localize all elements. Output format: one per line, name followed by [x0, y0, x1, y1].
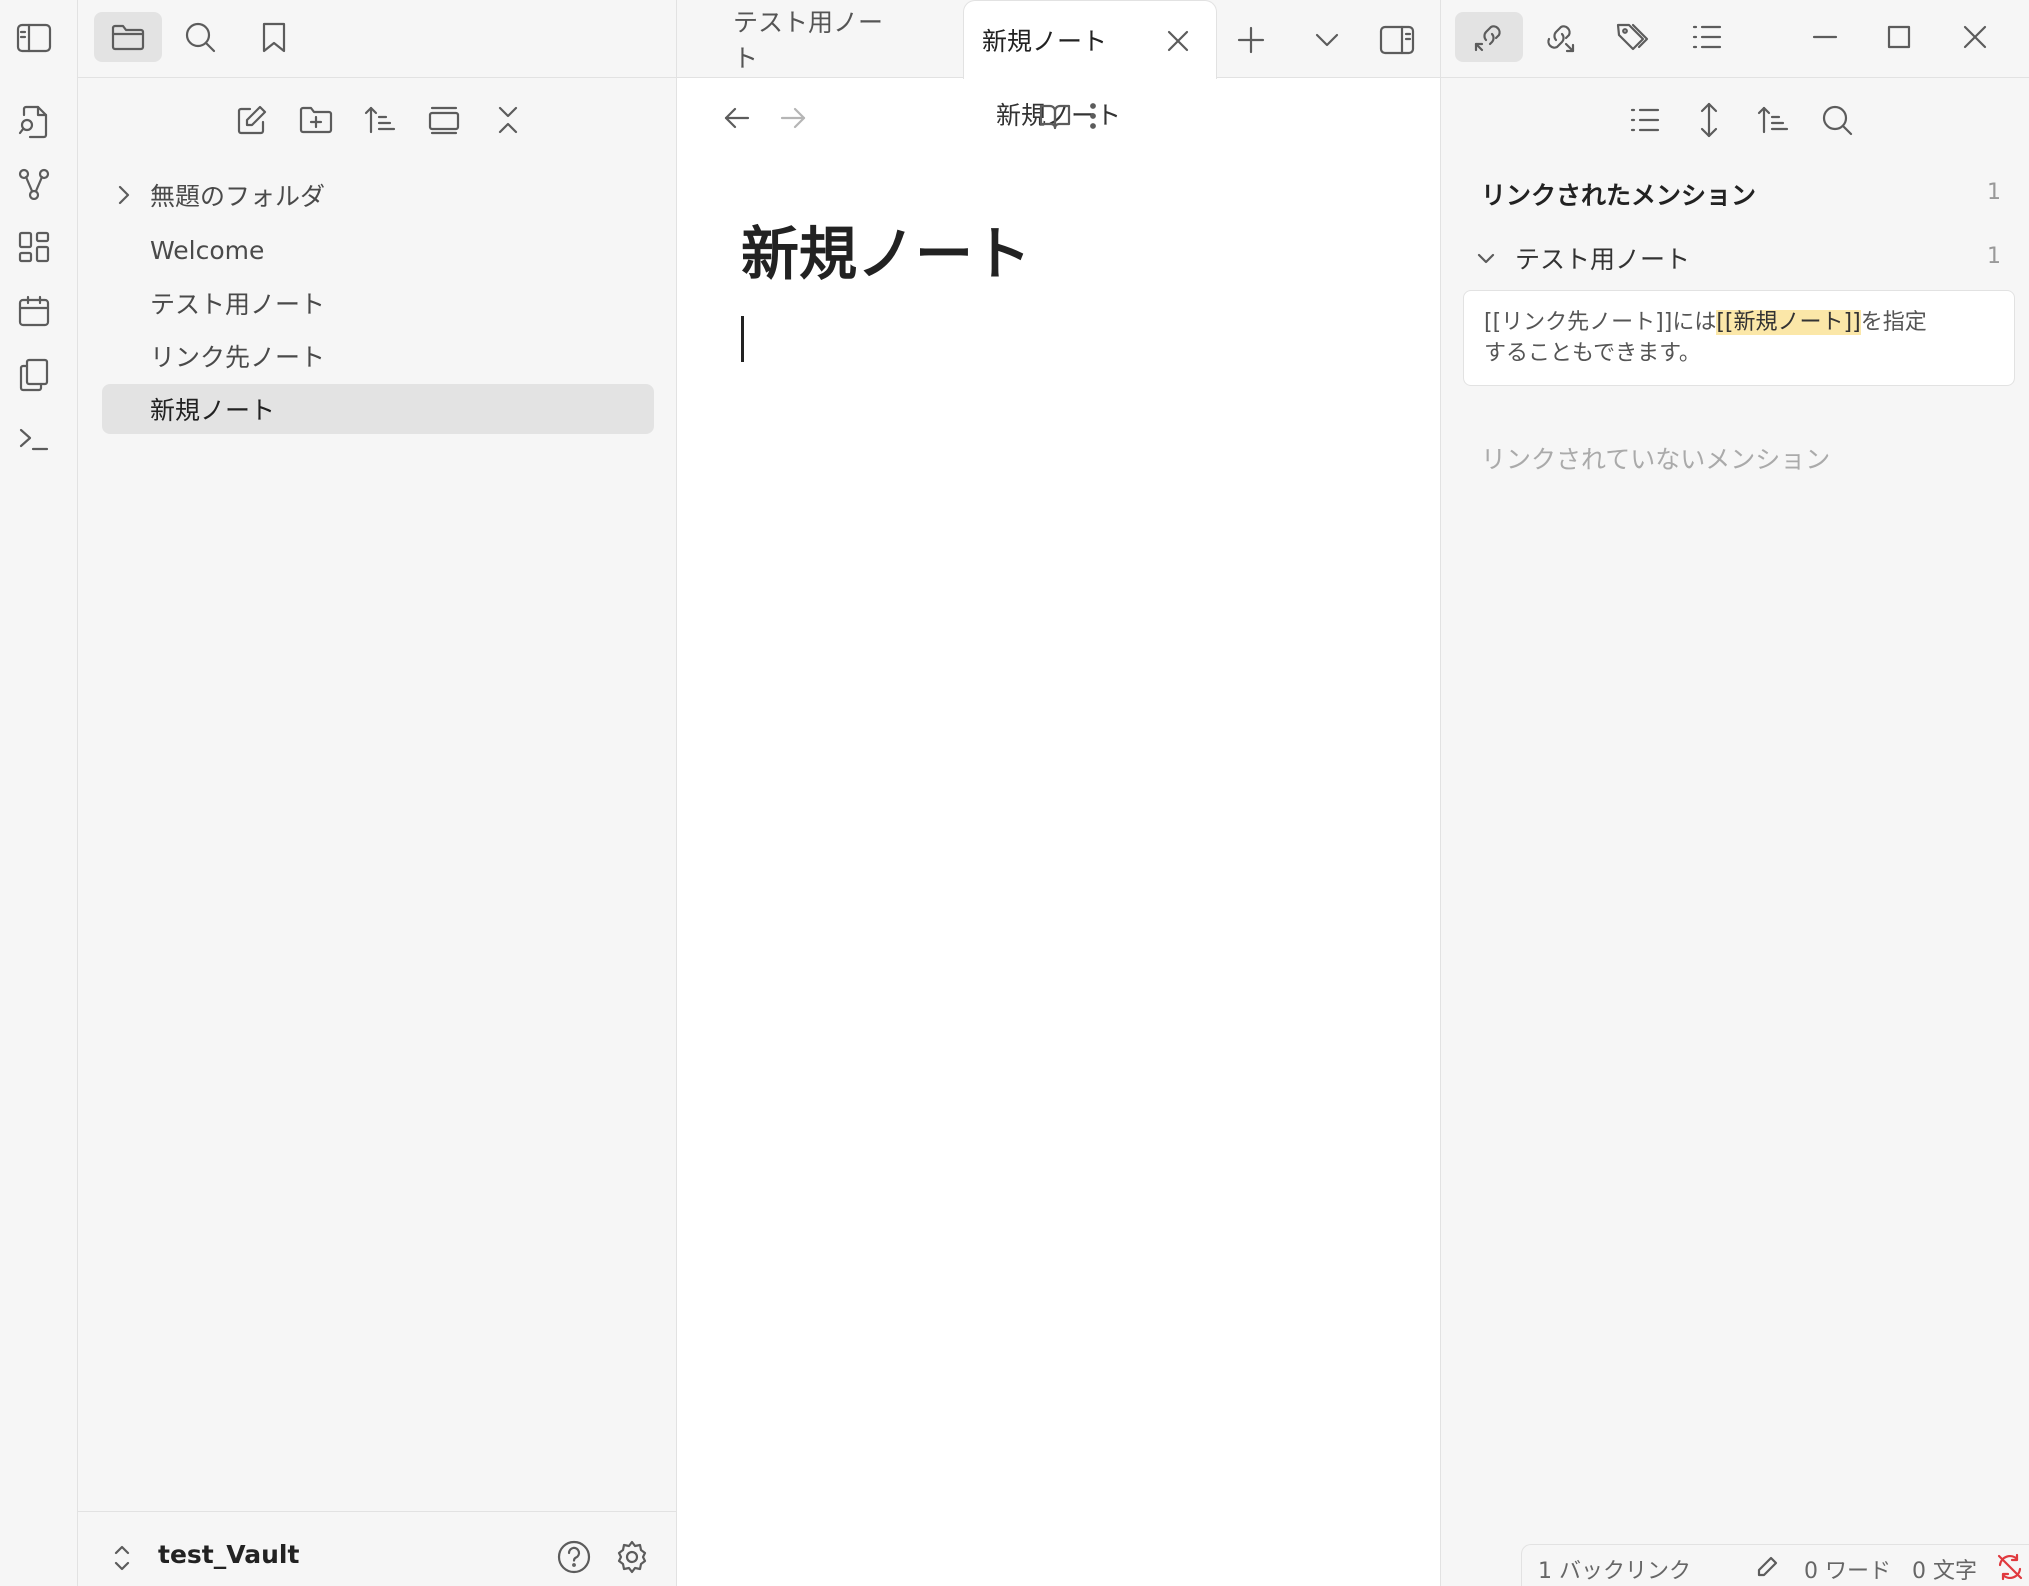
tree-item-label: テスト用ノート [150, 290, 326, 319]
file-explorer-pane: 無題のフォルダ Welcome テスト用ノート リンク先ノート 新規ノート te… [78, 0, 677, 1586]
backlink-group-count: 1 [1987, 244, 2001, 269]
snippet-text: することもできます。 [1484, 341, 1701, 366]
sort-icon[interactable] [356, 98, 404, 142]
tree-item-label: 新規ノート [150, 396, 276, 425]
close-icon[interactable] [1160, 23, 1196, 59]
help-icon[interactable] [550, 1534, 598, 1580]
sidebar-toggle-icon[interactable] [10, 16, 58, 60]
open-quick-switcher-icon[interactable] [12, 100, 56, 144]
tab-test-note[interactable]: テスト用ノート [733, 0, 903, 78]
char-count: 0 文字 [1912, 1559, 1977, 1584]
linked-mentions-count: 1 [1987, 180, 2001, 205]
status-bar: 1 バックリンク 0 ワード 0 文字 [1521, 1544, 2029, 1586]
tree-item-label: Welcome [150, 235, 265, 265]
collapse-view-icon[interactable] [420, 98, 468, 142]
outline-icon[interactable] [1679, 14, 1735, 60]
sort-icon[interactable] [1749, 98, 1797, 142]
tree-file[interactable]: テスト用ノート [102, 278, 654, 328]
snippet-text: [[リンク先ノート]]には [1484, 310, 1717, 335]
more-options-icon[interactable] [1071, 94, 1115, 138]
daily-note-icon[interactable] [12, 289, 56, 333]
chevron-down-icon[interactable] [1471, 244, 1501, 274]
settings-gear-icon[interactable] [608, 1534, 656, 1580]
snippet-highlight: [[新規ノート]] [1716, 310, 1861, 335]
chevron-right-icon [112, 183, 136, 207]
search-icon[interactable] [1813, 98, 1861, 142]
tree-file-active[interactable]: 新規ノート [102, 384, 654, 434]
note-title[interactable]: 新規ノート [741, 212, 1031, 296]
list-view-icon[interactable] [1621, 98, 1669, 142]
folder-icon[interactable] [94, 12, 162, 62]
graph-view-icon[interactable] [12, 162, 56, 206]
minimize-icon[interactable] [1797, 14, 1853, 60]
backlink-source-note[interactable]: テスト用ノート [1515, 240, 1690, 276]
snippet-text: を指定 [1860, 310, 1927, 335]
expand-results-icon[interactable] [1685, 98, 1733, 142]
new-note-icon[interactable] [228, 98, 276, 142]
tab-new-note[interactable]: 新規ノート [963, 0, 1217, 79]
tags-icon[interactable] [1605, 14, 1661, 60]
vault-switcher-icon[interactable] [108, 1538, 136, 1578]
text-cursor[interactable] [741, 316, 744, 362]
search-icon[interactable] [176, 14, 224, 60]
tree-folder[interactable]: 無題のフォルダ [102, 170, 654, 220]
ribbon [0, 0, 78, 1586]
unlinked-mentions-title[interactable]: リンクされていないメンション [1481, 440, 1830, 476]
sync-error-icon[interactable] [1992, 1551, 2028, 1583]
templates-icon[interactable] [12, 353, 56, 397]
canvas-icon[interactable] [12, 225, 56, 269]
backlink-snippet[interactable]: [[リンク先ノート]]には[[新規ノート]]を指定 することもできます。 [1463, 290, 2015, 386]
command-palette-icon[interactable] [12, 417, 56, 461]
tab-label: 新規ノート [982, 27, 1108, 56]
window-close-icon[interactable] [1947, 14, 2003, 60]
linked-mentions-title[interactable]: リンクされたメンション [1481, 176, 1756, 212]
maximize-icon[interactable] [1871, 14, 1927, 60]
word-count: 0 ワード [1804, 1559, 1891, 1584]
tree-file[interactable]: リンク先ノート [102, 331, 654, 381]
tree-item-label: リンク先ノート [150, 343, 326, 372]
editor-pane: テスト用ノート 新規ノート 新規ノート 新規ノート [677, 0, 1440, 1586]
backlink-count[interactable]: 1 バックリンク [1538, 1553, 1691, 1585]
backlinks-pane: リンクされたメンション 1 テスト用ノート 1 [[リンク先ノート]]には[[新… [1440, 0, 2029, 1586]
edit-mode-icon[interactable] [1750, 1551, 1784, 1583]
tree-file[interactable]: Welcome [102, 225, 654, 275]
tab-label: テスト用ノート [733, 8, 884, 73]
backlinks-icon[interactable] [1455, 12, 1523, 62]
right-sidebar-toggle-icon[interactable] [1371, 16, 1423, 64]
new-tab-icon[interactable] [1229, 18, 1273, 62]
vault-name[interactable]: test_Vault [158, 1540, 299, 1569]
new-folder-icon[interactable] [292, 98, 340, 142]
bookmark-icon[interactable] [250, 14, 298, 60]
tree-item-label: 無題のフォルダ [150, 182, 326, 211]
outgoing-links-icon[interactable] [1531, 14, 1587, 60]
chevron-down-icon[interactable] [1305, 18, 1349, 62]
collapse-all-icon[interactable] [484, 98, 532, 142]
